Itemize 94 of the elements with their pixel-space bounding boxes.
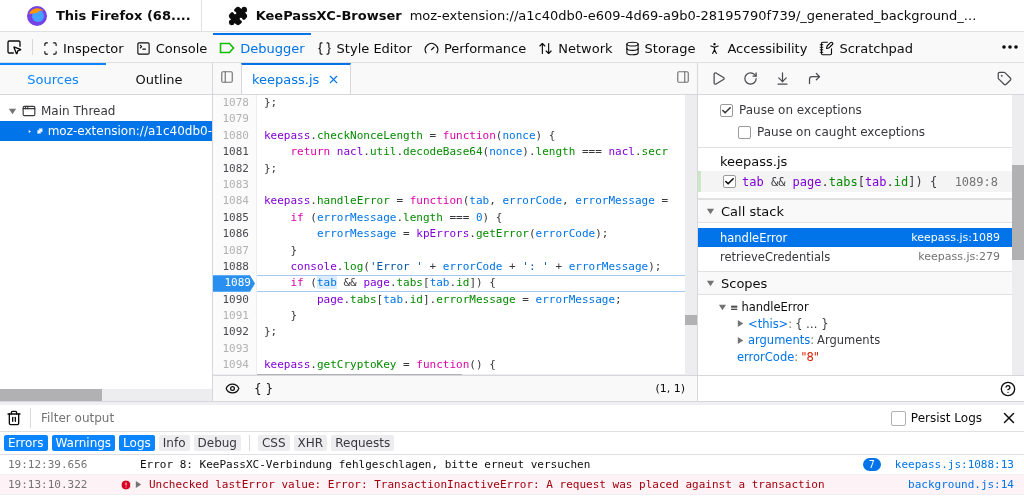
devtools-tab[interactable]: Performance <box>417 32 533 62</box>
code-line: console.log('Error ' + errorCode + ': ' + errorMessage); <box>289 258 662 275</box>
scopes-header[interactable]: Scopes <box>698 271 1012 295</box>
stack-frame[interactable]: handleError keepass.js:1089 <box>698 228 1012 247</box>
more-icon <box>1002 45 1018 49</box>
check-icon <box>724 176 735 187</box>
arrows-icon <box>538 40 554 56</box>
error-icon <box>120 478 132 491</box>
filter-field[interactable]: Filter output <box>30 408 883 428</box>
scrollbar[interactable] <box>685 95 697 375</box>
code-line: }; <box>264 95 278 111</box>
code-line: errorMessage = kpErrors.getError(errorCode); <box>315 226 609 243</box>
breakpoint-location: 1089:8 <box>954 174 998 189</box>
checkbox[interactable] <box>738 125 751 139</box>
devtools-tab[interactable]: Inspector <box>37 32 130 62</box>
filter-button[interactable]: XHR <box>293 435 328 451</box>
console-message: 19:13:10.322 Unchecked lastError value: Error: TransactionInactiveError: A request was placed against a transaction background.js:14 <box>0 475 1024 495</box>
code-line: if (tab && page.tabs[tab.id]) { <box>289 275 496 292</box>
console-icon <box>135 40 151 56</box>
check-icon <box>721 104 732 116</box>
collapsed-arrow-icon[interactable] <box>134 480 143 489</box>
browser-logo-icon <box>26 4 48 27</box>
filter-button[interactable]: Debug <box>193 435 241 451</box>
devtools-tab[interactable]: Accessibility <box>701 32 814 62</box>
cursor-position: (1, 1) <box>655 382 685 395</box>
filter-button[interactable]: Errors <box>4 435 48 451</box>
code-line: } <box>289 242 298 259</box>
code-line: return nacl.util.decodeBase64(nonce).length === nacl.secr <box>289 144 669 161</box>
gauge-icon <box>423 40 439 56</box>
expanded-arrow-icon[interactable] <box>8 106 17 116</box>
window-icon <box>22 104 36 118</box>
console-message: 19:12:39.656 Error 8: KeePassXC-Verbindung fehlgeschlagen, bitte erneut versuchen 7 keepass.js:1088:13 <box>0 455 1024 475</box>
filter-button[interactable]: Logs <box>119 435 155 451</box>
code-line: page.tabs[tab.id].errorMessage = errorMessage; <box>315 291 622 308</box>
scope-item[interactable]: ≡ handleError <box>698 299 1012 316</box>
devtools-tab[interactable]: Network <box>532 32 619 62</box>
breakpoint-item[interactable]: tab && page.tabs[tab.id]) { 1089:8 <box>698 171 1012 192</box>
tag-icon <box>996 71 1012 86</box>
repeat-count: 7 <box>862 458 881 471</box>
breakpoint-code: tab && page.tabs[tab.id]) { <box>742 174 938 189</box>
breakpoint-file: keepass.js <box>719 153 789 171</box>
expanded-arrow-icon[interactable] <box>706 206 715 216</box>
code-line: keepass.getCryptoKey = function() { <box>264 357 496 374</box>
storage-icon <box>624 40 640 56</box>
code-line: }; <box>264 324 278 341</box>
code-line: }; <box>264 160 278 177</box>
expanded-arrow-icon[interactable] <box>718 302 727 312</box>
scrollbar[interactable] <box>0 389 212 401</box>
debugger-icon <box>219 41 236 55</box>
eye-icon[interactable] <box>225 381 240 396</box>
play-icon <box>710 71 726 86</box>
panel-icon <box>220 70 234 84</box>
picker-icon <box>6 39 22 55</box>
devtools-tab[interactable]: Storage <box>618 32 702 62</box>
help-icon[interactable] <box>1000 380 1016 397</box>
notepad-icon <box>819 40 835 56</box>
browser-tab[interactable]: This Firefox (68.... <box>0 0 201 31</box>
panel-tab[interactable]: Outline <box>106 63 212 94</box>
scope-item[interactable]: <this>: { … } <box>698 315 1012 332</box>
devtools-tab[interactable]: Scratchpad <box>813 32 920 62</box>
filter-button[interactable]: Requests <box>331 435 395 451</box>
panel-tab[interactable]: Sources <box>0 63 106 94</box>
filter-button[interactable]: CSS <box>258 435 290 451</box>
filter-button[interactable]: Warnings <box>51 435 116 451</box>
code-line: if (errorMessage.length === 0) { <box>289 209 503 226</box>
option-label[interactable]: Pause on exceptions <box>739 103 862 117</box>
expanded-arrow-icon[interactable] <box>706 278 715 288</box>
devtools-tab[interactable]: Console <box>129 32 214 62</box>
scope-item[interactable]: arguments: Arguments <box>698 332 1012 349</box>
stack-frame[interactable]: retrieveCredentials keepass.js:279 <box>698 247 1012 266</box>
devtools-tab[interactable]: Debugger <box>213 32 311 62</box>
code-line: } <box>289 308 298 325</box>
devtools-tab[interactable]: Style Editor <box>310 32 418 62</box>
call-stack-header[interactable]: Call stack <box>698 199 1012 223</box>
source-tree-item[interactable]: Main Thread <box>0 101 212 121</box>
code-line: keepass.checkNonceLength = function(nonce) { <box>264 127 556 144</box>
braces-icon <box>316 40 332 56</box>
scope-item[interactable]: errorCode: "8" <box>698 348 1012 365</box>
code-line: keepass.handleError = function(tab, errorCode, errorMessage = <box>264 193 669 210</box>
filter-button[interactable]: Info <box>158 435 190 451</box>
trash-icon[interactable] <box>6 410 22 426</box>
file-tab[interactable]: keepass.js <box>241 63 352 94</box>
panel-icon <box>676 70 690 84</box>
checkbox[interactable] <box>723 175 736 188</box>
puzzle-icon <box>227 5 248 26</box>
option-label[interactable]: Pause on caught exceptions <box>757 125 926 139</box>
browser-tab[interactable]: KeePassXC-Browser moz-extension://a1c40db0-e609-4d69-a9b0-28195790f739/_generated_background_... <box>200 0 987 31</box>
scrollbar[interactable] <box>1012 95 1024 375</box>
source-tree-item[interactable]: moz-extension://a1c40db0- <box>0 121 212 141</box>
pretty-print-button[interactable]: { } <box>254 381 274 396</box>
persist-logs-checkbox[interactable]: Persist Logs <box>890 410 982 426</box>
checkbox[interactable] <box>720 103 733 117</box>
source-link[interactable]: background.js:14 <box>908 478 1014 491</box>
source-link[interactable]: keepass.js:1088:13 <box>894 458 1014 471</box>
